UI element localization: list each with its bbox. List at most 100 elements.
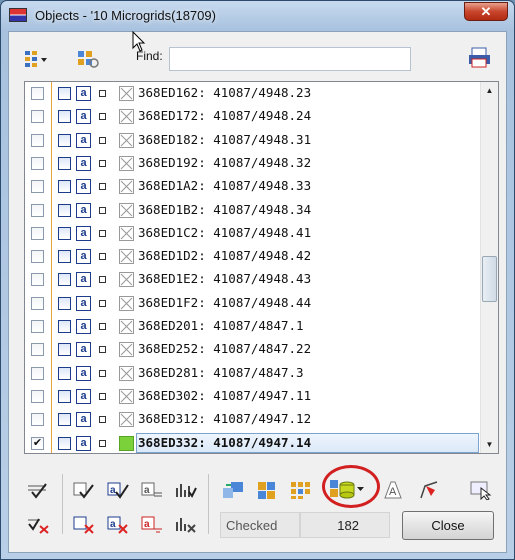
label-toggle-icon[interactable]: a <box>76 342 91 358</box>
label-toggle-icon[interactable]: a <box>76 132 91 148</box>
uncheck-labels-icon[interactable]: a <box>105 513 131 535</box>
check-chart-icon[interactable] <box>173 479 199 501</box>
visibility-toggle-icon[interactable] <box>58 226 71 240</box>
row-checkbox[interactable] <box>31 156 44 170</box>
label-toggle-icon[interactable]: a <box>76 86 91 101</box>
row-checkbox[interactable] <box>31 389 44 403</box>
label-toggle-icon[interactable]: a <box>76 388 91 404</box>
text-label-icon[interactable]: A <box>380 479 406 501</box>
list-item[interactable]: a 368ED172: 41087/4948.24 <box>25 105 480 128</box>
uncheck-chart-icon[interactable] <box>173 513 199 535</box>
row-checkbox[interactable] <box>31 110 44 124</box>
label-toggle-icon[interactable]: a <box>76 225 91 241</box>
label-toggle-icon[interactable]: a <box>76 155 91 171</box>
label-toggle-icon[interactable]: a <box>76 179 91 195</box>
list-item[interactable]: a 368ED162: 41087/4948.23 <box>25 82 480 105</box>
scroll-down-button[interactable]: ▼ <box>481 436 498 453</box>
find-input[interactable] <box>169 47 411 71</box>
uncheck-annotation-icon[interactable]: a <box>139 513 165 535</box>
flag-marker-icon[interactable] <box>416 479 442 501</box>
swap-objects-icon[interactable] <box>220 479 246 501</box>
vertical-scrollbar[interactable]: ▲ ▼ <box>480 82 498 453</box>
row-checkbox[interactable] <box>31 413 44 427</box>
list-item[interactable]: a 368ED1A2: 41087/4948.33 <box>25 175 480 198</box>
object-list[interactable]: a 368ED162: 41087/4948.23 a 368ED172: 41087… <box>24 81 499 454</box>
list-item[interactable]: a 368ED1C2: 41087/4948.41 <box>25 222 480 245</box>
label-toggle-icon[interactable]: a <box>76 272 91 288</box>
scroll-up-button[interactable]: ▲ <box>481 82 498 99</box>
visibility-toggle-icon[interactable] <box>58 180 71 194</box>
list-item[interactable]: a 368ED281: 41087/4847.3 <box>25 362 480 385</box>
visibility-toggle-icon[interactable] <box>58 296 71 310</box>
row-checkbox[interactable] <box>31 250 44 264</box>
visibility-toggle-icon[interactable] <box>58 413 71 427</box>
svg-text:a: a <box>144 485 150 496</box>
label-toggle-icon[interactable]: a <box>76 202 91 218</box>
check-visible-icon[interactable] <box>71 479 97 501</box>
list-item[interactable]: a 368ED1D2: 41087/4948.42 <box>25 245 480 268</box>
list-item[interactable]: a 368ED1E2: 41087/4948.43 <box>25 268 480 291</box>
visibility-toggle-icon[interactable] <box>58 156 71 170</box>
list-item[interactable]: a 368ED1F2: 41087/4948.44 <box>25 292 480 315</box>
label-toggle-icon[interactable]: a <box>76 435 91 451</box>
select-on-map-icon[interactable] <box>468 479 494 501</box>
label-toggle-icon[interactable]: a <box>76 249 91 265</box>
visibility-toggle-icon[interactable] <box>58 366 71 380</box>
row-checkbox[interactable] <box>31 226 44 240</box>
merge-objects-icon[interactable] <box>254 479 280 501</box>
label-toggle-icon[interactable]: a <box>76 109 91 125</box>
visibility-toggle-icon[interactable] <box>58 343 71 357</box>
scroll-thumb[interactable] <box>482 256 497 302</box>
check-annotation-icon[interactable]: a <box>139 479 165 501</box>
svg-text:A: A <box>389 486 397 498</box>
row-checkbox[interactable] <box>31 133 44 147</box>
label-toggle-icon[interactable]: a <box>76 412 91 428</box>
point-marker-icon <box>99 416 106 424</box>
row-checkbox[interactable] <box>31 343 44 357</box>
object-swatch-icon <box>119 342 134 358</box>
row-checkbox[interactable] <box>31 87 44 100</box>
list-item[interactable]: a 368ED201: 41087/4847.1 <box>25 315 480 338</box>
uncheck-all-icon[interactable] <box>25 513 51 535</box>
visibility-toggle-icon[interactable] <box>58 110 71 124</box>
select-pattern-icon[interactable] <box>75 48 101 70</box>
row-checkbox[interactable] <box>31 273 44 287</box>
row-checkbox[interactable] <box>31 320 44 333</box>
visibility-toggle-icon[interactable] <box>58 203 71 217</box>
visibility-toggle-icon[interactable] <box>58 273 71 287</box>
row-checkbox[interactable] <box>31 296 44 310</box>
row-checkbox[interactable] <box>31 203 44 217</box>
visibility-toggle-icon[interactable] <box>58 320 71 333</box>
check-labels-icon[interactable]: a <box>105 479 131 501</box>
label-toggle-icon[interactable]: a <box>76 319 91 334</box>
visibility-toggle-icon[interactable] <box>58 87 71 100</box>
list-item[interactable]: a 368ED252: 41087/4847.22 <box>25 338 480 361</box>
uncheck-visible-icon[interactable] <box>71 513 97 535</box>
title-bar[interactable]: Objects - '10 Microgrids(18709) ✕ <box>1 1 514 31</box>
grid-layout-dropdown-icon[interactable] <box>24 48 50 70</box>
label-toggle-icon[interactable]: a <box>76 295 91 311</box>
print-icon[interactable] <box>467 47 493 69</box>
window-close-button[interactable]: ✕ <box>464 2 508 21</box>
row-checkbox[interactable]: ✔ <box>31 436 44 450</box>
list-item[interactable]: a 368ED182: 41087/4948.31 <box>25 129 480 152</box>
close-button[interactable]: Close <box>402 511 494 540</box>
visibility-toggle-icon[interactable] <box>58 250 71 264</box>
row-checkbox[interactable] <box>31 366 44 380</box>
label-toggle-icon[interactable]: a <box>76 365 91 381</box>
check-all-icon[interactable] <box>25 479 51 501</box>
visibility-toggle-icon[interactable] <box>58 133 71 147</box>
visibility-toggle-icon[interactable] <box>58 389 71 403</box>
list-item[interactable]: a 368ED302: 41087/4947.11 <box>25 385 480 408</box>
row-checkbox[interactable] <box>31 180 44 194</box>
grid-cells-icon[interactable] <box>288 479 314 501</box>
list-item[interactable]: a 368ED192: 41087/4948.32 <box>25 152 480 175</box>
list-item[interactable]: a 368ED312: 41087/4947.12 <box>25 408 480 431</box>
row-label: 368ED1A2: 41087/4948.33 <box>138 178 312 194</box>
point-marker-icon <box>99 113 106 121</box>
object-list-rows: a 368ED162: 41087/4948.23 a 368ED172: 41087… <box>25 82 480 453</box>
list-item[interactable]: ✔ a 368ED332: 41087/4947.14 <box>25 432 480 454</box>
point-marker-icon <box>99 229 106 237</box>
visibility-toggle-icon[interactable] <box>58 436 71 450</box>
list-item[interactable]: a 368ED1B2: 41087/4948.34 <box>25 199 480 222</box>
